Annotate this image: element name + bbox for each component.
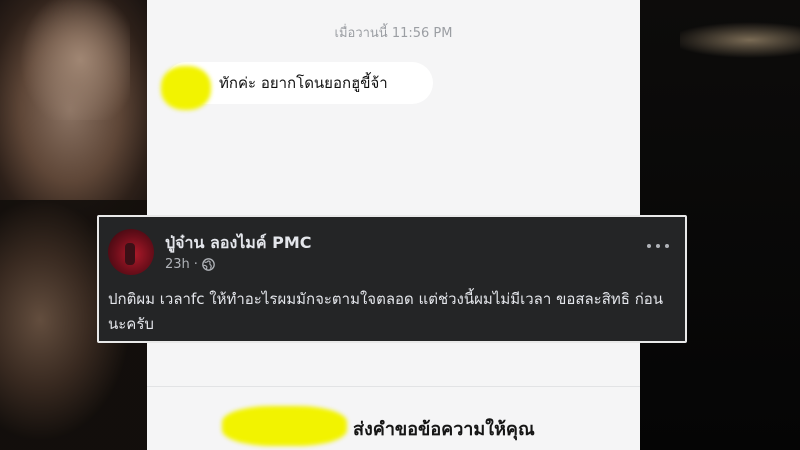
censor-highlight-name — [222, 406, 347, 446]
post-text: ปกติผม เวลาfc ให้ทำอะไรผมมักจะตามใจตลอด … — [108, 290, 664, 333]
facebook-post-card: ปู่จ๋าน ลองไมค์ PMC 23h · ปกติผม เวลาfc … — [97, 215, 687, 343]
divider — [147, 386, 640, 387]
censor-highlight-avatar — [161, 66, 211, 110]
message-timestamp: เมื่อวานนี้ 11:56 PM — [334, 26, 453, 41]
post-meta: 23h · — [165, 257, 215, 272]
meta-separator: · — [193, 257, 198, 272]
background-light-blur — [680, 20, 800, 60]
globe-icon — [202, 258, 215, 271]
author-avatar[interactable] — [108, 229, 154, 275]
message-text: ทักค่ะ อยากโดนยอกฮูขี้จ้า — [219, 74, 388, 92]
more-options-icon[interactable] — [647, 241, 669, 251]
post-author-name[interactable]: ปู่จ๋าน ลองไมค์ PMC — [165, 231, 312, 256]
message-request-label: ส่งคำขอข้อความให้คุณ — [353, 419, 535, 440]
background-face-blur — [20, 0, 130, 120]
message-request-row: ส่งคำขอข้อความให้คุณ — [147, 400, 640, 450]
post-time[interactable]: 23h — [165, 257, 190, 272]
